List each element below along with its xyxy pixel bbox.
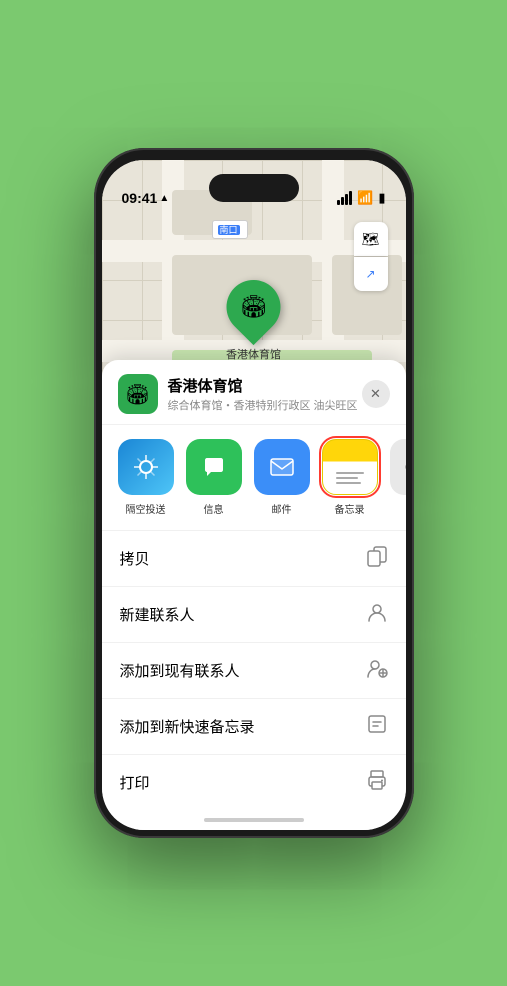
print-icon <box>366 769 388 796</box>
sheet-header: 🏟 香港体育馆 综合体育馆・香港特别行政区 油尖旺区 ✕ <box>102 360 406 425</box>
stadium-map-label: 香港体育馆 <box>226 346 281 362</box>
action-row-copy[interactable]: 拷贝 <box>102 531 406 587</box>
location-icon: ▲ <box>159 193 169 204</box>
share-item-messages[interactable]: 信息 <box>186 439 242 516</box>
quick-note-icon <box>366 713 388 740</box>
notes-line-3 <box>336 482 361 484</box>
airdrop-label: 隔空投送 <box>126 501 166 516</box>
action-row-quick-note[interactable]: 添加到新快速备忘录 <box>102 699 406 755</box>
stadium-pin: 🏟 <box>215 269 291 345</box>
battery-icon: ▮ <box>378 190 385 206</box>
notes-line-2 <box>336 477 358 479</box>
share-item-more[interactable]: 推 <box>390 439 406 516</box>
map-label-south-gate: 南口 <box>212 220 248 239</box>
copy-label: 拷贝 <box>120 548 150 569</box>
status-icons: 📶 ▮ <box>337 190 385 206</box>
stadium-pin-icon: 🏟 <box>240 294 268 320</box>
airdrop-icon <box>118 439 174 495</box>
bottom-sheet: 🏟 香港体育馆 综合体育馆・香港特别行政区 油尖旺区 ✕ <box>102 360 406 830</box>
close-button[interactable]: ✕ <box>362 380 390 408</box>
venue-name: 香港体育馆 <box>168 375 362 396</box>
copy-icon <box>366 545 388 572</box>
share-item-mail[interactable]: 邮件 <box>254 439 310 516</box>
action-row-add-existing[interactable]: 添加到现有联系人 <box>102 643 406 699</box>
signal-icon <box>337 191 352 205</box>
action-row-print[interactable]: 打印 <box>102 755 406 810</box>
phone-frame: 09:41 ▲ 📶 ▮ <box>94 148 414 838</box>
add-existing-label: 添加到现有联系人 <box>120 660 240 681</box>
time-display: 09:41 <box>122 190 158 206</box>
home-indicator <box>204 818 304 822</box>
venue-icon: 🏟 <box>118 374 158 414</box>
notes-line-1 <box>336 472 364 474</box>
new-contact-icon <box>366 601 388 628</box>
share-item-airdrop[interactable]: 隔空投送 <box>118 439 174 516</box>
notes-label: 备忘录 <box>335 501 365 516</box>
print-label: 打印 <box>120 772 150 793</box>
mail-icon-box <box>254 439 310 495</box>
share-row: 隔空投送 信息 <box>102 425 406 531</box>
map-controls: 🗺 ↗ <box>354 222 388 291</box>
action-row-new-contact[interactable]: 新建联系人 <box>102 587 406 643</box>
stadium-marker: 🏟 香港体育馆 <box>226 280 281 362</box>
location-button[interactable]: ↗ <box>354 257 388 291</box>
new-contact-label: 新建联系人 <box>120 604 195 625</box>
venue-info: 香港体育馆 综合体育馆・香港特别行政区 油尖旺区 <box>168 375 362 413</box>
status-time: 09:41 ▲ <box>122 190 170 206</box>
more-icon-box <box>390 439 406 495</box>
share-item-notes[interactable]: 备忘录 <box>322 439 378 516</box>
messages-label: 信息 <box>204 501 224 516</box>
phone-screen: 09:41 ▲ 📶 ▮ <box>102 160 406 830</box>
add-existing-icon <box>366 657 388 684</box>
venue-subtitle: 综合体育馆・香港特别行政区 油尖旺区 <box>168 397 362 413</box>
mail-label: 邮件 <box>272 501 292 516</box>
dynamic-island <box>209 174 299 202</box>
map-type-button[interactable]: 🗺 <box>354 222 388 256</box>
quick-note-label: 添加到新快速备忘录 <box>120 716 255 737</box>
notes-lines <box>336 472 364 484</box>
wifi-icon: 📶 <box>357 190 373 206</box>
messages-icon-box <box>186 439 242 495</box>
notes-icon-box <box>322 439 378 495</box>
